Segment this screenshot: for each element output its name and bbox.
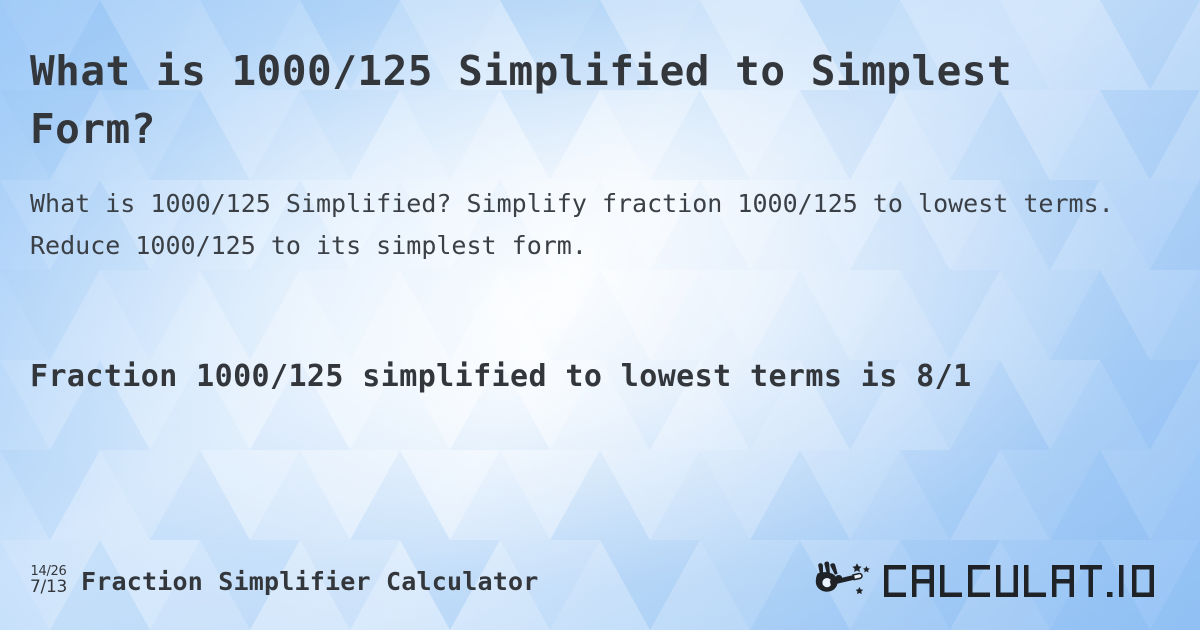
fraction-icon-denominator-pair: 7/13 <box>30 576 67 597</box>
footer-bar: 14/26 7/13 Fraction Simplifier Calculato… <box>0 554 1200 608</box>
hand-magic-wand-icon <box>815 561 870 595</box>
result-statement: Fraction 1000/125 simplified to lowest t… <box>30 359 972 394</box>
fraction-simplify-icon: 14/26 7/13 <box>30 565 67 598</box>
brand-wordmark: CALCULAT.IO <box>882 564 1170 598</box>
footer-left-group: 14/26 7/13 Fraction Simplifier Calculato… <box>30 565 539 598</box>
content-area: What is 1000/125 Simplified to Simplest … <box>0 0 1200 630</box>
page-description: What is 1000/125 Simplified? Simplify fr… <box>30 189 1114 260</box>
brand-logo[interactable]: CALCULAT.IO <box>813 560 1170 602</box>
calculatio-lcd-text: CALCULAT.IO <box>884 565 1154 597</box>
fraction-icon-numerator-pair: 14/26 <box>30 563 67 579</box>
footer-calculator-name: Fraction Simplifier Calculator <box>80 566 539 596</box>
og-image-card: What is 1000/125 Simplified to Simplest … <box>0 0 1200 630</box>
page-title: What is 1000/125 Simplified to Simplest … <box>30 47 1013 153</box>
